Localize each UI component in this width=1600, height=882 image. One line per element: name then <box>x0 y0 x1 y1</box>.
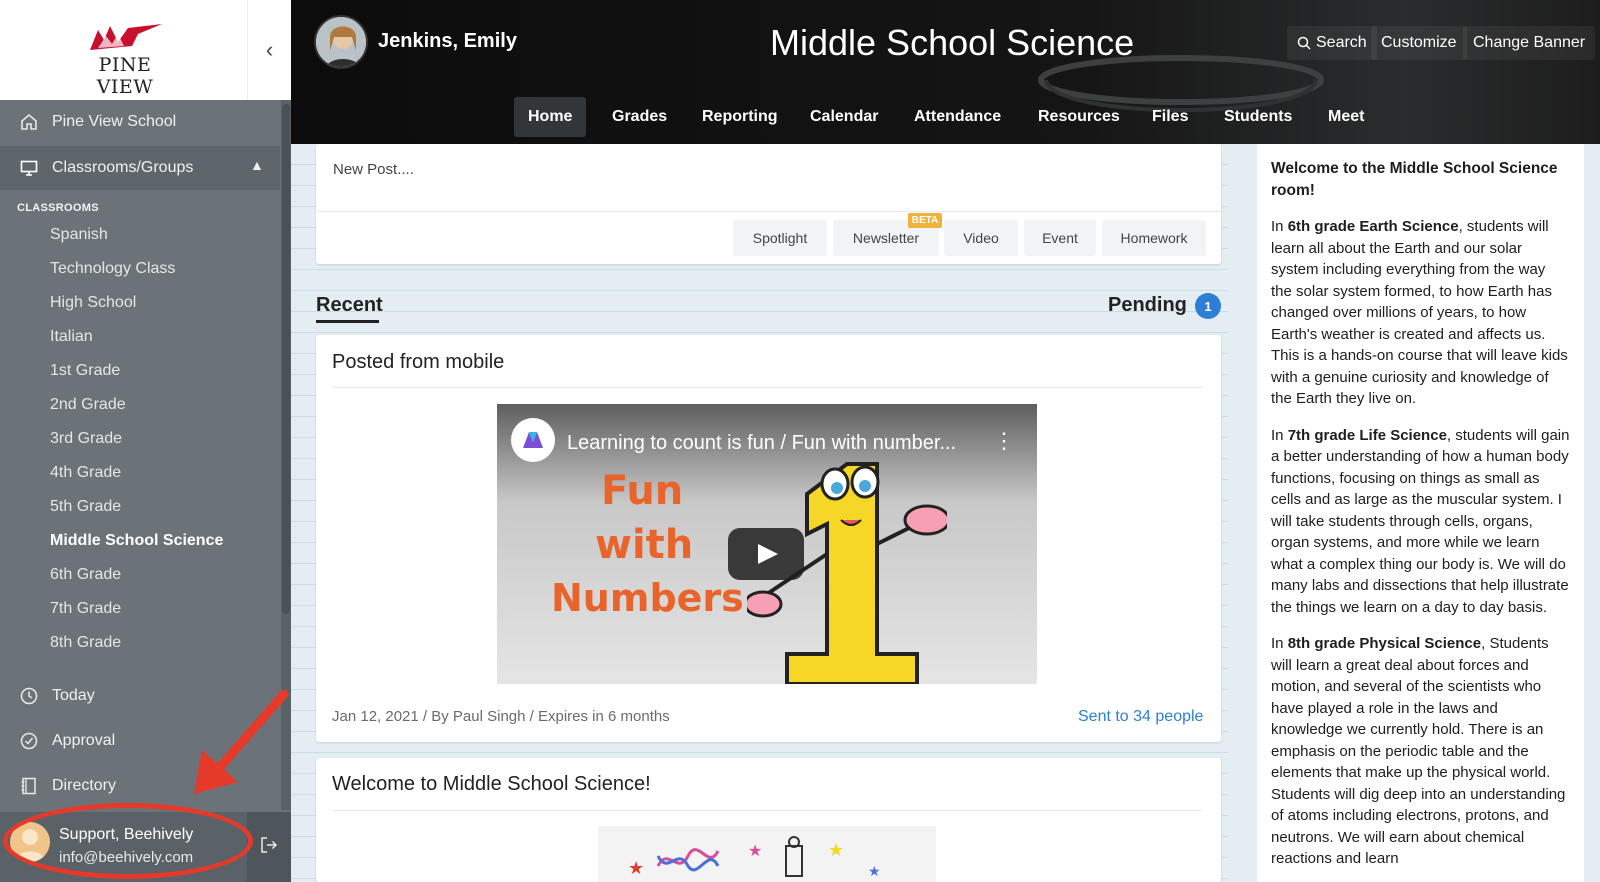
pending-count-badge: 1 <box>1195 293 1221 319</box>
post-title: Posted from mobile <box>332 351 505 373</box>
classrooms-section-label: CLASSROOMS <box>17 202 99 214</box>
video-word: Numbers <box>551 576 744 620</box>
chevron-left-icon: ‹ <box>265 37 274 62</box>
sent-to-link[interactable]: Sent to 34 people <box>1078 708 1203 726</box>
logo-text: PINE VIEW <box>96 54 154 98</box>
classroom-item[interactable]: 5th Grade <box>50 498 121 516</box>
post-title: Welcome to Middle School Science! <box>332 773 651 795</box>
home-icon <box>18 111 40 133</box>
divider <box>332 810 1202 811</box>
svg-text:★: ★ <box>868 863 881 879</box>
post-meta: Jan 12, 2021 / By Paul Singh / Expires i… <box>332 708 670 725</box>
tab-home[interactable]: Home <box>514 97 587 137</box>
sidebar-scrollbar-thumb[interactable] <box>282 104 290 614</box>
classroom-item[interactable]: 2nd Grade <box>50 396 126 414</box>
tab-files[interactable]: Files <box>1138 97 1202 137</box>
divider <box>332 387 1202 388</box>
classroom-item[interactable]: Spanish <box>50 226 108 244</box>
logout-button[interactable] <box>247 812 291 882</box>
tab-resources[interactable]: Resources <box>1024 97 1134 137</box>
search-icon <box>1297 36 1311 50</box>
check-circle-icon <box>18 730 40 752</box>
clock-icon <box>18 685 40 707</box>
search-label: Search <box>1316 34 1367 51</box>
sidebar-item-label: Approval <box>52 732 116 749</box>
about-panel: Welcome to the Middle School Science roo… <box>1257 144 1584 882</box>
sidebar-item-pine-view-school[interactable]: Pine View School <box>0 100 280 144</box>
change-banner-button[interactable]: Change Banner <box>1463 26 1596 60</box>
divider <box>316 211 1221 212</box>
sidebar-item-label: Classrooms/Groups <box>52 159 194 176</box>
teacher-avatar[interactable] <box>314 15 368 69</box>
annotation-arrow-icon <box>194 690 289 794</box>
tab-attendance[interactable]: Attendance <box>900 97 1015 137</box>
tab-students[interactable]: Students <box>1210 97 1306 137</box>
svg-text:★: ★ <box>628 858 644 878</box>
svg-text:★: ★ <box>748 843 762 860</box>
new-post-input[interactable]: New Post.... <box>333 161 414 178</box>
classroom-item[interactable]: 6th Grade <box>50 566 121 584</box>
tab-meet[interactable]: Meet <box>1314 97 1378 137</box>
classroom-item[interactable]: 1st Grade <box>50 362 120 380</box>
book-icon <box>18 775 40 797</box>
post-type-homework[interactable]: Homework <box>1102 220 1206 256</box>
logout-icon <box>260 836 278 859</box>
teacher-name[interactable]: Jenkins, Emily <box>378 30 517 53</box>
monitor-icon <box>18 157 40 179</box>
school-logo[interactable]: PINE VIEW <box>0 0 247 100</box>
video-word: with <box>595 522 694 568</box>
more-options-icon[interactable]: ⋮ <box>993 428 1015 454</box>
search-button[interactable]: Search <box>1287 26 1377 60</box>
classroom-item[interactable]: High School <box>50 294 136 312</box>
chevron-up-icon: ▲ <box>250 157 264 173</box>
classroom-item[interactable]: 3rd Grade <box>50 430 122 448</box>
recent-tab-underline <box>316 320 379 323</box>
classroom-item[interactable]: 7th Grade <box>50 600 121 618</box>
page-title: Middle School Science <box>770 22 1135 63</box>
classroom-item-active[interactable]: Middle School Science <box>50 532 223 550</box>
post-type-spotlight[interactable]: Spotlight <box>733 220 827 256</box>
about-heading: Welcome to the Middle School Science roo… <box>1271 160 1558 199</box>
post-type-video[interactable]: Video <box>944 220 1018 256</box>
video-player[interactable]: Learning to count is fun / Fun with numb… <box>497 404 1037 684</box>
beta-badge: BETA <box>908 213 942 228</box>
play-button[interactable] <box>728 528 804 580</box>
about-paragraph: In 6th grade Earth Science, students wil… <box>1271 218 1568 407</box>
video-word: Fun <box>601 468 684 514</box>
classroom-item[interactable]: 4th Grade <box>50 464 121 482</box>
annotation-ellipse <box>3 803 253 879</box>
tab-pending[interactable]: Pending <box>1108 294 1187 317</box>
sidebar-item-label: Pine View School <box>52 113 177 130</box>
tab-reporting[interactable]: Reporting <box>688 97 792 137</box>
post-image: ★ ★ ★ ★ <box>598 826 936 882</box>
tab-calendar[interactable]: Calendar <box>796 97 892 137</box>
channel-logo-icon <box>511 418 555 462</box>
classroom-item[interactable]: Italian <box>50 328 93 346</box>
classroom-item[interactable]: Technology Class <box>50 260 175 278</box>
post-type-event[interactable]: Event <box>1024 220 1096 256</box>
sidebar-item-label: Directory <box>52 777 117 794</box>
tab-grades[interactable]: Grades <box>598 97 681 137</box>
classroom-item[interactable]: 8th Grade <box>50 634 121 652</box>
pine-view-logo-mark <box>90 24 162 50</box>
tab-recent[interactable]: Recent <box>316 294 383 317</box>
customize-button[interactable]: Customize <box>1371 26 1467 60</box>
about-paragraph: In 8th grade Physical Science, Students … <box>1271 635 1566 867</box>
sidebar-item-classrooms-groups[interactable]: Classrooms/Groups ▲ <box>0 146 280 190</box>
collapse-sidebar-button[interactable]: ‹ <box>247 0 291 100</box>
about-paragraph: In 7th grade Life Science, students will… <box>1271 426 1570 616</box>
svg-text:★: ★ <box>828 840 844 860</box>
sidebar-item-label: Today <box>52 687 95 704</box>
